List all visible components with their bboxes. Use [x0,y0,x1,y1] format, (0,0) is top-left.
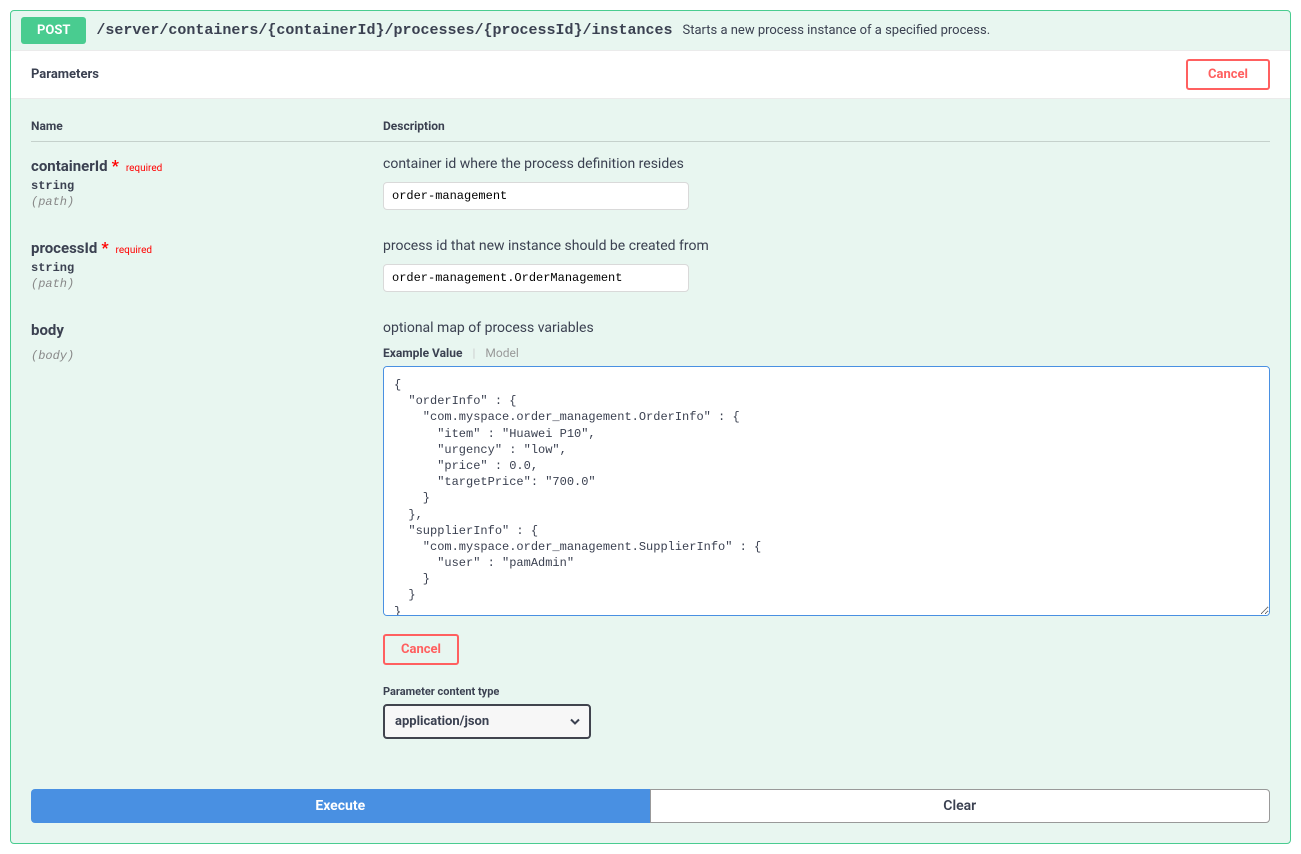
param-name: processId [31,239,97,257]
param-description: process id that new instance should be c… [383,238,1270,254]
containerId-input[interactable] [383,182,689,210]
param-type: string [31,261,383,275]
parameters-table: Name Description containerId * required … [11,99,1290,749]
tab-separator: | [472,346,475,360]
param-row-containerId: containerId * required string (path) con… [31,156,1270,210]
body-textarea[interactable] [383,366,1270,616]
action-row: Execute Clear [11,769,1290,843]
required-label: required [116,245,152,256]
parameters-bar: Parameters Cancel [11,50,1290,99]
cancel-button[interactable]: Cancel [1186,59,1270,90]
param-description: container id where the process definitio… [383,156,1270,172]
param-row-body: body (body) optional map of process vari… [31,320,1270,739]
required-star-icon: * [101,238,108,257]
param-location: (path) [31,277,383,291]
endpoint-header[interactable]: POST /server/containers/{containerId}/pr… [11,11,1290,50]
endpoint-panel: POST /server/containers/{containerId}/pr… [10,10,1291,844]
param-description: optional map of process variables [383,320,1270,336]
table-header-row: Name Description [31,119,1270,142]
content-type-select-wrap: application/json [383,704,591,739]
processId-input[interactable] [383,264,689,292]
content-type-select[interactable]: application/json [383,704,591,739]
body-cancel-button[interactable]: Cancel [383,634,459,665]
param-name: body [31,321,64,339]
body-tabs: Example Value | Model [383,346,1270,360]
clear-button[interactable]: Clear [650,789,1271,823]
column-header-name: Name [31,119,383,133]
http-method-badge: POST [21,17,86,44]
required-label: required [126,163,162,174]
param-location: (body) [31,349,383,363]
param-type: string [31,179,383,193]
endpoint-path: /server/containers/{containerId}/process… [96,22,672,39]
required-star-icon: * [112,156,119,175]
tab-model[interactable]: Model [485,346,518,360]
parameters-title: Parameters [31,67,99,82]
execute-button[interactable]: Execute [31,789,650,823]
endpoint-summary: Starts a new process instance of a speci… [683,23,991,38]
param-location: (path) [31,195,383,209]
content-type-label: Parameter content type [383,685,1270,698]
param-row-processId: processId * required string (path) proce… [31,238,1270,292]
tab-example-value[interactable]: Example Value [383,346,462,360]
param-name: containerId [31,157,108,175]
column-header-description: Description [383,119,1270,133]
